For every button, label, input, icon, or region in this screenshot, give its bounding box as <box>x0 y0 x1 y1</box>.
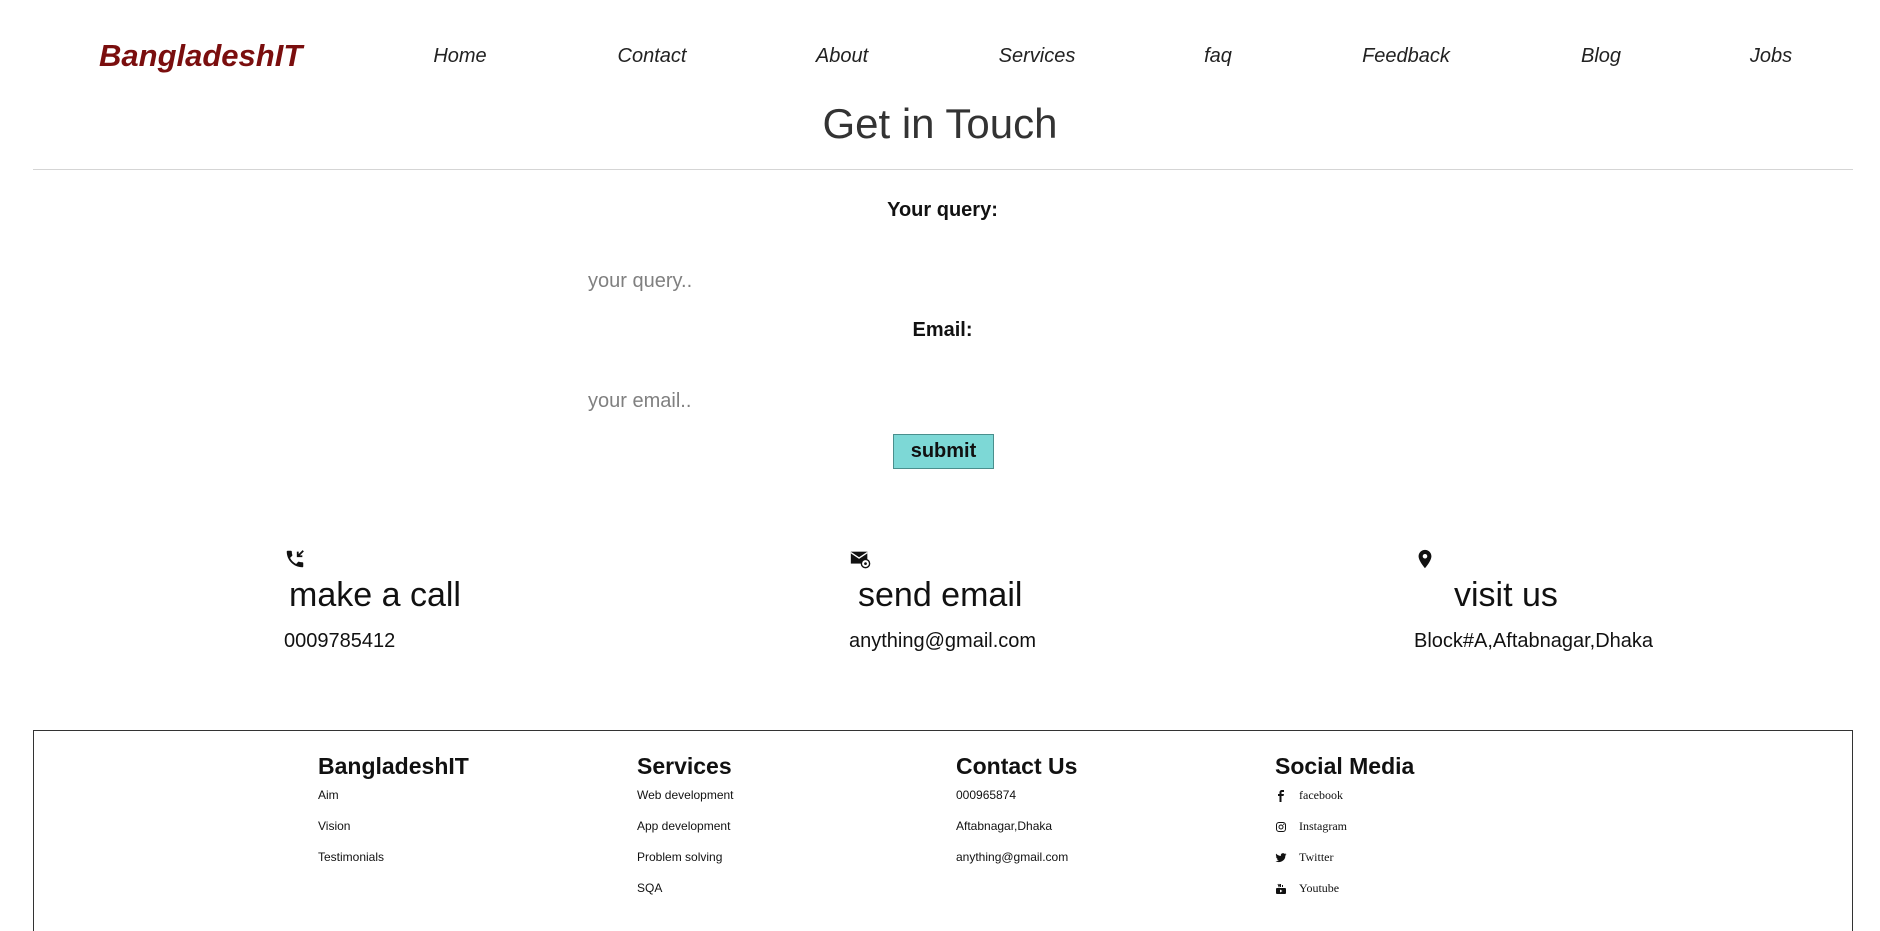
footer-link-problem-solving[interactable]: Problem solving <box>637 842 734 873</box>
footer-social-column: Social Media facebook Instagram Twitter … <box>1275 753 1414 904</box>
email-label: Email: <box>912 319 973 341</box>
social-facebook-link[interactable]: facebook <box>1275 780 1414 811</box>
visit-title: visit us <box>1454 576 1558 614</box>
submit-button[interactable]: submit <box>893 434 994 469</box>
facebook-label: facebook <box>1299 788 1343 802</box>
footer-contact-heading: Contact Us <box>956 753 1078 779</box>
phone-icon <box>284 548 306 570</box>
twitter-icon <box>1275 852 1287 862</box>
email-title: send email <box>858 576 1023 614</box>
footer-email[interactable]: anything@gmail.com <box>956 842 1077 873</box>
footer: BangladeshIT Aim Vision Testimonials Ser… <box>33 730 1853 931</box>
nav-jobs[interactable]: Jobs <box>1750 45 1792 68</box>
instagram-label: Instagram <box>1299 819 1347 833</box>
footer-phone: 000965874 <box>956 788 1017 802</box>
facebook-icon <box>1278 789 1284 802</box>
social-instagram-link[interactable]: Instagram <box>1275 811 1414 842</box>
footer-address: Aftabnagar,Dhaka <box>956 819 1053 833</box>
footer-link-sqa[interactable]: SQA <box>637 873 734 904</box>
nav-contact[interactable]: Contact <box>618 45 687 68</box>
nav-about[interactable]: About <box>816 45 868 68</box>
footer-link-aim[interactable]: Aim <box>318 780 469 811</box>
footer-services-column: Services Web development App development… <box>637 753 734 904</box>
map-pin-icon <box>1414 548 1436 570</box>
footer-social-heading: Social Media <box>1275 753 1415 779</box>
nav-feedback[interactable]: Feedback <box>1362 45 1450 68</box>
youtube-label: Youtube <box>1299 881 1340 895</box>
footer-contact-column: Contact Us 000965874 Aftabnagar,Dhaka an… <box>956 753 1077 873</box>
email-input[interactable] <box>580 383 1316 419</box>
divider <box>33 169 1853 170</box>
footer-link-testimonials[interactable]: Testimonials <box>318 842 469 873</box>
main-nav: Home Contact About Services faq Feedback… <box>0 45 1880 75</box>
page-title: Get in Touch <box>822 100 1058 147</box>
footer-link-vision[interactable]: Vision <box>318 811 469 842</box>
envelope-icon <box>849 548 871 570</box>
footer-services-heading: Services <box>637 753 732 779</box>
visit-address: Block#A,Aftabnagar,Dhaka <box>1414 630 1654 652</box>
query-input[interactable] <box>580 263 1316 299</box>
social-youtube-link[interactable]: Youtube <box>1275 873 1414 904</box>
nav-services[interactable]: Services <box>999 45 1076 68</box>
instagram-icon <box>1276 821 1286 832</box>
youtube-icon <box>1276 883 1286 894</box>
footer-link-web-development[interactable]: Web development <box>637 780 734 811</box>
footer-company-heading: BangladeshIT <box>318 753 469 779</box>
call-number[interactable]: 0009785412 <box>284 630 395 653</box>
call-title: make a call <box>289 576 461 614</box>
query-label: Your query: <box>887 199 998 221</box>
email-address[interactable]: anything@gmail.com <box>849 630 1036 653</box>
footer-link-app-development[interactable]: App development <box>637 811 734 842</box>
twitter-label: Twitter <box>1299 850 1334 864</box>
nav-faq[interactable]: faq <box>1204 45 1232 68</box>
nav-home[interactable]: Home <box>433 45 486 68</box>
nav-blog[interactable]: Blog <box>1581 45 1621 68</box>
footer-company-column: BangladeshIT Aim Vision Testimonials <box>318 753 469 873</box>
social-twitter-link[interactable]: Twitter <box>1275 842 1414 873</box>
